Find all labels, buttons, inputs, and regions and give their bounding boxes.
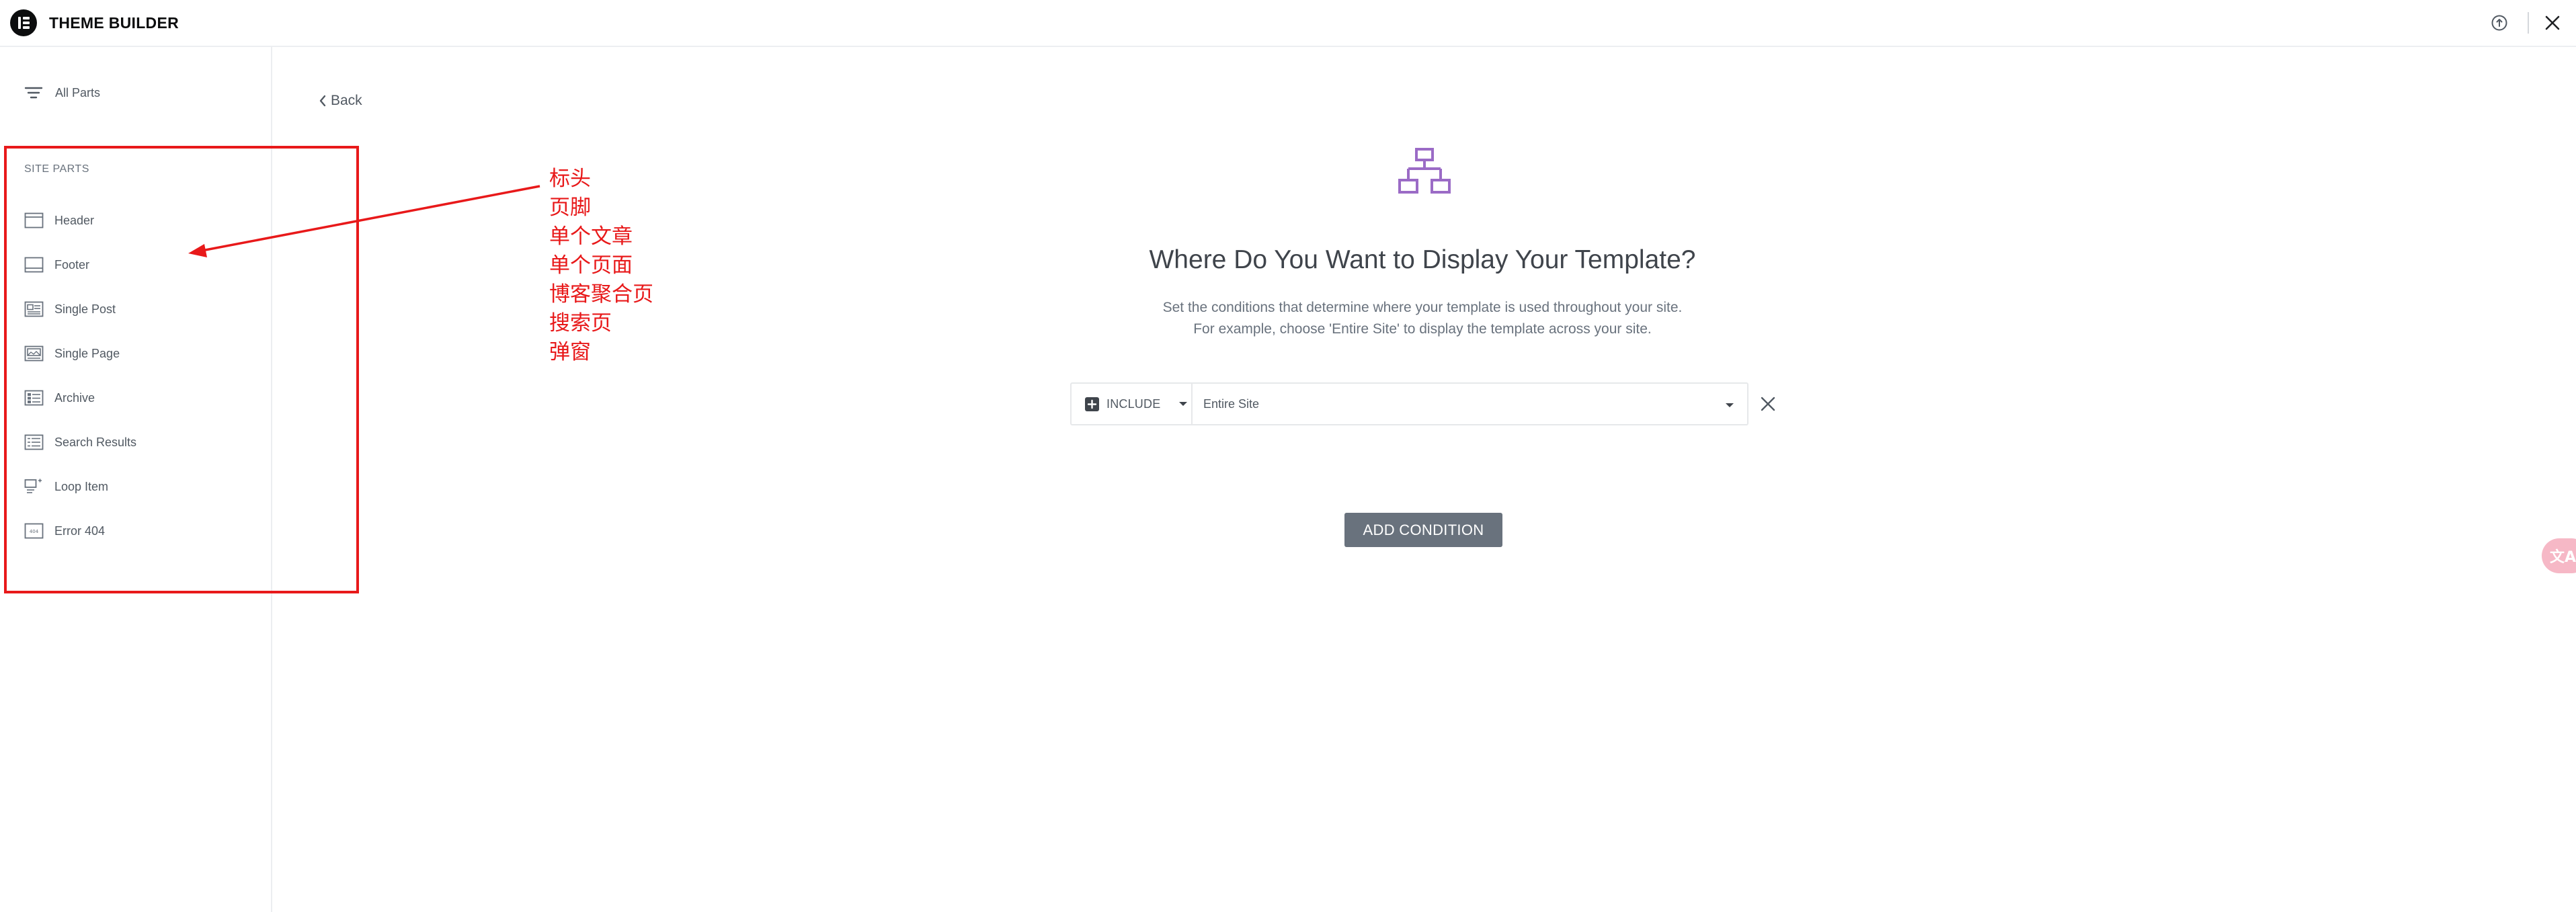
all-parts-button[interactable]: All Parts <box>24 79 100 106</box>
condition-type-label: INCLUDE <box>1106 397 1161 411</box>
page-title: Where Do You Want to Display Your Templa… <box>1149 245 1696 274</box>
site-part-archive[interactable]: Archive <box>24 376 266 420</box>
sitemap-icon <box>1398 148 1451 194</box>
caret-down-icon <box>1179 402 1188 406</box>
error-404-icon: 404 <box>24 523 44 539</box>
condition-scope-select[interactable]: Entire Site <box>1193 384 1747 424</box>
annotation-line: 搜索页 <box>549 311 612 335</box>
site-part-header[interactable]: Header <box>24 198 266 243</box>
site-part-single-page[interactable]: Single Page <box>24 331 266 376</box>
site-part-footer[interactable]: Footer <box>24 243 266 287</box>
plus-square-icon <box>1085 397 1099 411</box>
app-title: THEME BUILDER <box>49 14 179 32</box>
all-parts-label: All Parts <box>55 85 101 99</box>
site-part-single-post[interactable]: Single Post <box>24 287 266 331</box>
site-part-label: Error 404 <box>54 524 106 538</box>
caret-down-icon <box>1726 403 1734 407</box>
site-parts-list: Header Footer Single Post Single Page Ar… <box>24 198 266 553</box>
condition-row: INCLUDE Entire Site <box>1070 382 1748 425</box>
site-parts-heading: SITE PARTS <box>24 163 89 175</box>
annotation-line: 页脚 <box>549 196 591 220</box>
help-icon[interactable] <box>2491 14 2508 32</box>
page-subtitle: Set the conditions that determine where … <box>952 297 1893 340</box>
condition-scope-label: Entire Site <box>1203 397 1260 411</box>
archive-icon <box>24 390 44 406</box>
subtitle-line: Set the conditions that determine where … <box>1162 300 1683 315</box>
footer-layout-icon <box>24 257 44 273</box>
close-icon[interactable] <box>2542 13 2563 33</box>
condition-type-select[interactable]: INCLUDE <box>1072 384 1193 424</box>
annotation-line: 单个页面 <box>549 253 633 278</box>
back-link[interactable]: Back <box>319 93 362 109</box>
annotation-line: 弹窗 <box>549 340 591 364</box>
annotation-line: 单个文章 <box>549 224 633 249</box>
translate-icon: 文A <box>2550 549 2576 566</box>
site-part-label: Footer <box>54 257 90 272</box>
header-layout-icon <box>24 212 44 229</box>
site-part-error-404[interactable]: 404 Error 404 <box>24 509 266 553</box>
translate-button[interactable]: 文A <box>2542 538 2576 573</box>
site-part-label: Single Post <box>54 302 116 316</box>
annotation-line: 博客聚合页 <box>549 282 653 306</box>
loop-item-icon <box>24 479 42 493</box>
top-bar: THEME BUILDER <box>0 0 2576 47</box>
site-part-label: Search Results <box>54 435 137 449</box>
single-post-icon <box>24 301 44 317</box>
site-part-loop-item[interactable]: Loop Item <box>24 464 266 509</box>
site-part-label: Single Page <box>54 346 120 360</box>
chevron-left-icon <box>319 95 326 107</box>
site-part-search-results[interactable]: Search Results <box>24 420 266 464</box>
filter-icon <box>24 87 43 99</box>
search-results-icon <box>24 434 44 450</box>
svg-text:404: 404 <box>30 529 39 534</box>
site-part-label: Header <box>54 213 95 227</box>
site-part-label: Archive <box>54 390 95 405</box>
sidebar: All Parts SITE PARTS Header Footer Singl… <box>0 47 272 912</box>
single-page-icon <box>24 345 44 362</box>
annotation-text-list: 标头 页脚 单个文章 单个页面 博客聚合页 搜索页 弹窗 <box>549 165 653 367</box>
subtitle-line: For example, choose 'Entire Site' to dis… <box>1193 321 1652 337</box>
back-label: Back <box>331 93 362 108</box>
toolbar-divider <box>2528 12 2529 34</box>
annotation-line: 标头 <box>549 167 591 191</box>
add-condition-button[interactable]: ADD CONDITION <box>1344 513 1502 547</box>
remove-condition-icon[interactable] <box>1759 395 1777 413</box>
annotation-arrow <box>188 185 540 257</box>
site-part-label: Loop Item <box>54 479 109 493</box>
elementor-logo-icon <box>10 9 37 36</box>
